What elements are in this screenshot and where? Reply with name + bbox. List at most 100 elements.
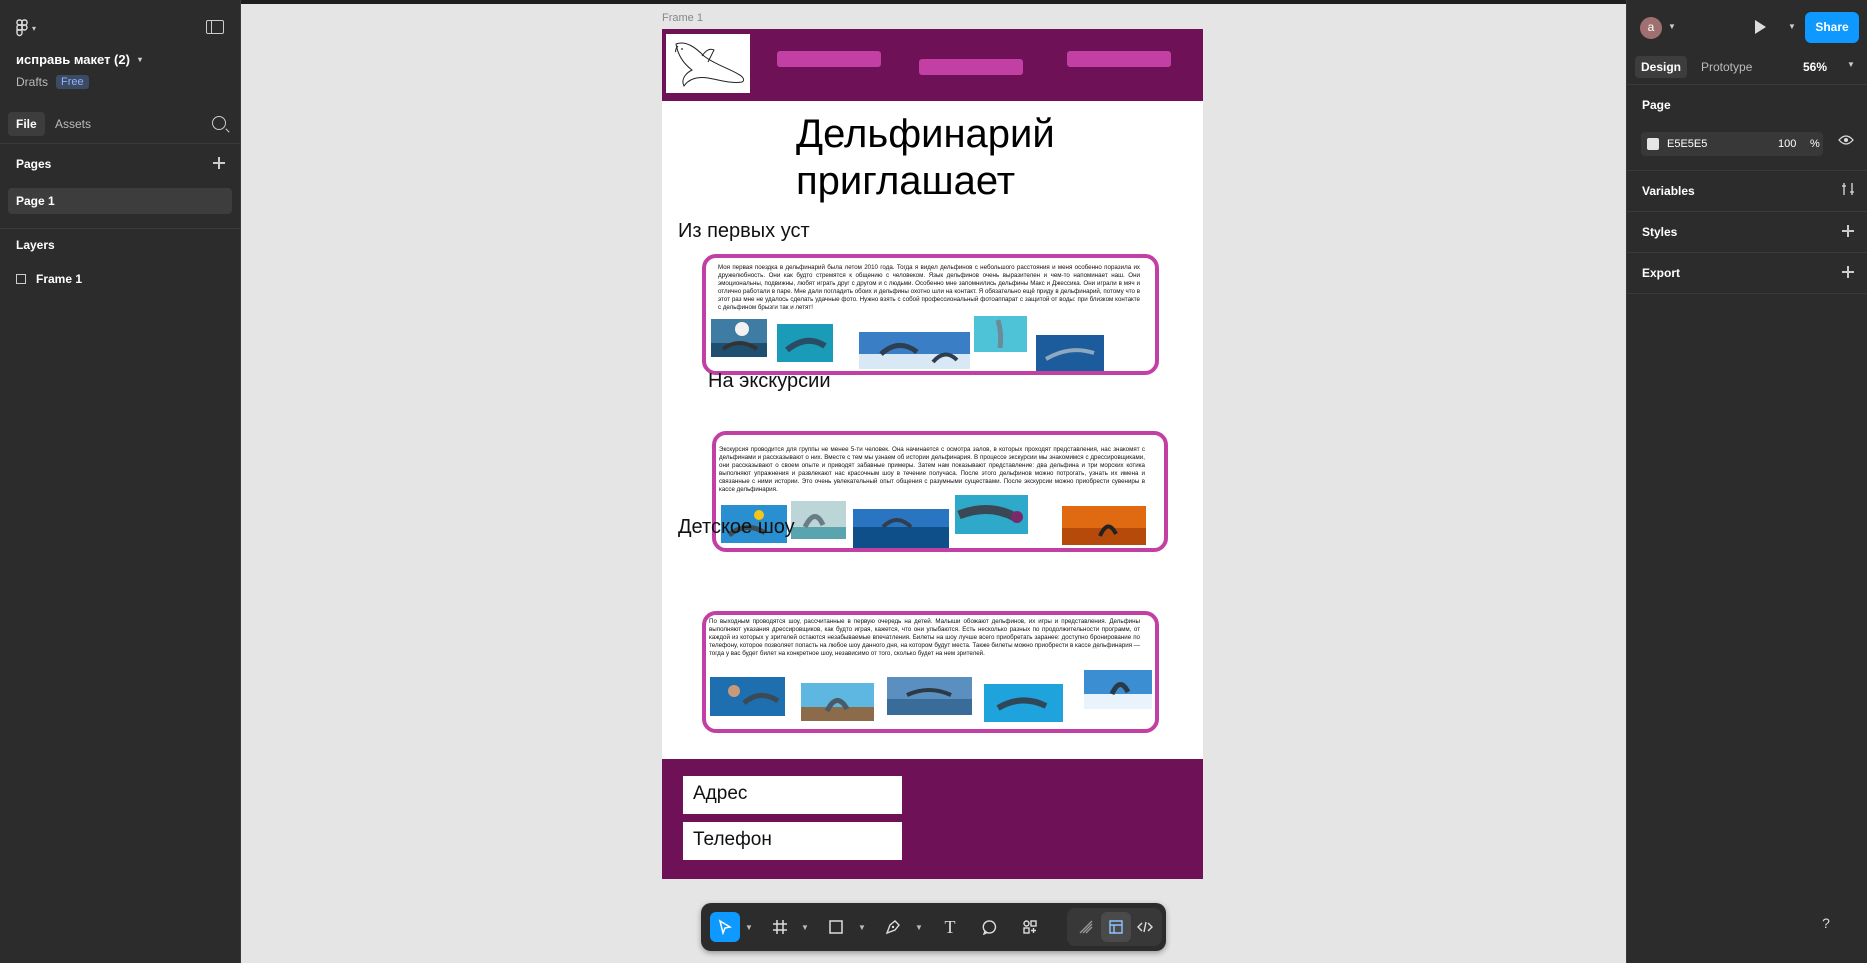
dolphin-photo[interactable] (1062, 506, 1146, 545)
frame-label[interactable]: Frame 1 (662, 12, 703, 24)
file-location[interactable]: Drafts (16, 75, 48, 89)
sidebar-toggle-icon[interactable] (206, 20, 224, 34)
dolphin-photo[interactable] (791, 501, 846, 539)
dolphin-icon (675, 42, 745, 87)
add-export-icon[interactable] (1842, 266, 1854, 278)
move-tool-button[interactable] (710, 912, 740, 942)
address-field[interactable]: Адрес (683, 776, 902, 814)
site-header[interactable] (662, 29, 1203, 101)
section-card[interactable]: По выходным проводятся шоу, рассчитанные… (702, 611, 1159, 733)
color-swatch[interactable] (1647, 138, 1659, 150)
canvas[interactable]: Frame 1 Дельфинарий приглашает Из первых (241, 0, 1626, 963)
tab-prototype[interactable]: Prototype (1695, 56, 1758, 78)
design-mode-button[interactable] (1101, 912, 1131, 942)
chevron-down-icon: ▾ (32, 23, 37, 33)
chevron-down-icon[interactable]: ▼ (1668, 22, 1676, 31)
page-color-value[interactable]: E5E5E5 (1667, 138, 1707, 150)
section-card[interactable]: Моя первая поездка в дельфинарий была ле… (702, 254, 1159, 375)
dolphin-photo[interactable] (711, 319, 767, 357)
variables-title: Variables (1642, 184, 1695, 198)
chevron-down-icon: ▾ (137, 55, 142, 64)
frame-tool-button[interactable] (765, 912, 795, 942)
page-title[interactable]: Дельфинарий приглашает (796, 111, 1086, 205)
figma-app: ▾ исправь макет (2) ▾ Drafts Free File A… (0, 0, 1867, 963)
dolphin-photo[interactable] (984, 684, 1063, 722)
layers-title: Layers (16, 238, 55, 252)
actions-tool-button[interactable] (1015, 912, 1045, 942)
design-icon (1109, 920, 1123, 934)
pen-tool-button[interactable] (878, 912, 908, 942)
dolphin-photo[interactable] (853, 509, 949, 548)
eye-icon[interactable] (1838, 134, 1854, 146)
file-name: исправь макет (2) (16, 52, 130, 67)
dolphin-photo[interactable] (801, 683, 874, 721)
chevron-down-icon[interactable]: ▼ (1788, 22, 1796, 31)
dolphin-photo[interactable] (887, 677, 972, 715)
actions-icon (1023, 920, 1037, 934)
export-title: Export (1642, 266, 1681, 280)
dolphin-photo[interactable] (859, 332, 970, 369)
chevron-down-icon[interactable]: ▼ (801, 923, 809, 932)
share-button[interactable]: Share (1805, 12, 1859, 43)
chevron-down-icon[interactable]: ▼ (1847, 60, 1855, 69)
pen-icon (885, 920, 900, 935)
file-meta: Drafts Free (16, 75, 89, 89)
styles-title: Styles (1642, 225, 1678, 239)
comment-icon (982, 920, 997, 935)
nav-pill[interactable] (777, 51, 881, 67)
tab-design[interactable]: Design (1635, 56, 1688, 78)
zoom-level[interactable]: 56% (1799, 56, 1831, 78)
opacity-unit: % (1810, 138, 1820, 150)
add-style-icon[interactable] (1842, 225, 1854, 237)
page-item[interactable]: Page 1 (8, 188, 232, 214)
mode-switcher (1067, 908, 1162, 946)
section-text[interactable]: Моя первая поездка в дельфинарий была ле… (718, 264, 1140, 312)
dolphin-photo[interactable] (1036, 335, 1104, 371)
pages-title: Pages (16, 157, 52, 171)
tab-assets[interactable]: Assets (47, 112, 99, 136)
tab-file[interactable]: File (8, 112, 45, 136)
page-color-field[interactable]: E5E5E5 100 % (1641, 132, 1823, 156)
section-heading[interactable]: Из первых уст (678, 220, 810, 243)
dolphin-photo[interactable] (710, 677, 785, 716)
section-heading[interactable]: Детское шоу (678, 516, 795, 539)
dolphin-photo[interactable] (1084, 670, 1152, 709)
chevron-down-icon[interactable]: ▼ (915, 923, 923, 932)
dolphin-logo[interactable] (666, 34, 750, 93)
page-opacity-value[interactable]: 100 (1778, 138, 1796, 150)
text-tool-button[interactable]: T (935, 912, 965, 942)
comment-tool-button[interactable] (975, 912, 1005, 942)
divider (0, 228, 240, 229)
nav-pill[interactable] (919, 59, 1023, 75)
dolphin-photo[interactable] (955, 495, 1028, 534)
chevron-down-icon[interactable]: ▼ (858, 923, 866, 932)
add-page-icon[interactable] (213, 157, 225, 169)
layer-item[interactable]: Frame 1 (16, 272, 82, 286)
frame-1[interactable]: Дельфинарий приглашает Из первых уст Моя… (662, 29, 1203, 879)
variables-icon[interactable] (1841, 182, 1855, 196)
page-item-label: Page 1 (16, 194, 55, 208)
site-footer[interactable]: Адрес Телефон (662, 759, 1203, 879)
avatar[interactable]: a (1640, 17, 1662, 39)
main-menu-button[interactable]: ▾ (16, 18, 46, 38)
section-text[interactable]: По выходным проводятся шоу, рассчитанные… (709, 618, 1140, 666)
present-play-icon[interactable] (1755, 20, 1766, 34)
chevron-down-icon[interactable]: ▼ (745, 923, 753, 932)
text-icon: T (944, 916, 956, 937)
nav-pill[interactable] (1067, 51, 1171, 67)
frame-icon (16, 274, 26, 284)
section-text[interactable]: Экскурсия проводится для группы не менее… (719, 446, 1145, 494)
file-name-menu[interactable]: исправь макет (2) ▾ (16, 52, 142, 67)
dev-mode-button[interactable] (1130, 912, 1160, 942)
figma-logo-icon (16, 19, 28, 37)
section-heading[interactable]: На экскурсии (708, 370, 831, 393)
shape-tool-button[interactable] (821, 912, 851, 942)
draw-mode-button[interactable] (1071, 912, 1101, 942)
left-sidebar: ▾ исправь макет (2) ▾ Drafts Free File A… (0, 0, 241, 963)
dolphin-photo[interactable] (974, 316, 1027, 352)
help-button[interactable]: ? (1811, 908, 1841, 938)
draw-icon (1079, 920, 1093, 934)
search-icon[interactable] (212, 116, 226, 130)
dolphin-photo[interactable] (777, 324, 833, 362)
phone-field[interactable]: Телефон (683, 822, 902, 860)
